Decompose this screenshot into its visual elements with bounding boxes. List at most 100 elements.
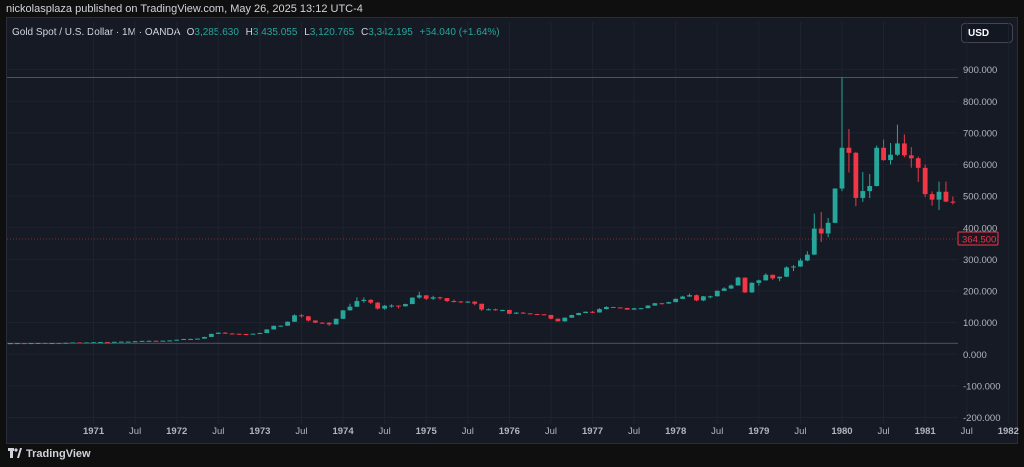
candle-body <box>396 305 401 307</box>
candle-body <box>950 201 956 203</box>
y-tick-label: -200.000 <box>963 413 1001 424</box>
y-tick-label: 0.000 <box>963 350 987 361</box>
candle-body <box>652 303 658 306</box>
x-tick-label: Jul <box>711 426 723 437</box>
candle-body <box>382 305 388 309</box>
candle-body <box>430 297 436 299</box>
candle-body <box>645 305 651 309</box>
x-tick-label: 1980 <box>831 426 852 437</box>
candle-body <box>91 342 96 344</box>
tradingview-logo-icon <box>8 448 22 458</box>
y-tick-label: 800.000 <box>963 97 997 108</box>
candle-body <box>208 333 214 337</box>
candle-body <box>832 188 838 223</box>
x-tick-label: Jul <box>379 426 391 437</box>
candle-body <box>340 310 346 319</box>
candle-body <box>804 254 810 261</box>
candle-body <box>333 318 339 325</box>
candle-body <box>458 301 464 303</box>
candle-body <box>98 342 103 344</box>
candle-body <box>597 309 602 313</box>
candle-body <box>451 301 457 303</box>
candle-body <box>562 317 568 322</box>
candle-body <box>603 307 609 310</box>
candle-body <box>160 340 166 342</box>
candle-body <box>14 343 20 345</box>
candle-body <box>167 340 173 342</box>
candle-body <box>181 338 187 340</box>
candle-body <box>763 274 769 281</box>
candlestick-chart[interactable]: -200.000 -100.000 0.000 100.000 200.000 300.0… <box>0 0 1024 444</box>
candle-body <box>867 186 873 192</box>
candle-body <box>818 228 824 234</box>
candle-body <box>312 320 318 323</box>
candle-body <box>707 296 713 298</box>
candle-body <box>35 342 41 344</box>
candle-body <box>687 295 692 297</box>
x-tick-label: Jul <box>794 426 806 437</box>
x-tick-label: 1974 <box>332 426 354 437</box>
candle-body <box>680 296 686 299</box>
candle-body <box>770 274 776 279</box>
candle-body <box>701 296 706 301</box>
candle-body <box>631 308 637 310</box>
candle-body <box>229 333 235 335</box>
candle-body <box>908 155 914 159</box>
x-tick-label: Jul <box>545 426 557 437</box>
y-tick-label: 700.000 <box>963 128 997 139</box>
x-tick-label: 1976 <box>499 426 520 437</box>
candle-body <box>520 312 526 314</box>
candle-body <box>513 312 519 314</box>
candle-body <box>146 340 152 342</box>
candle-body <box>389 305 394 307</box>
candle-body <box>195 338 200 340</box>
candle-body <box>839 147 845 189</box>
x-tick-label: 1972 <box>166 426 187 437</box>
candle-body <box>811 228 817 255</box>
candle-body <box>895 143 900 155</box>
candle-body <box>319 322 325 324</box>
y-tick-label: 600.000 <box>963 160 997 171</box>
candle-body <box>354 301 360 307</box>
candle-body <box>326 322 332 325</box>
x-tick-label: 1978 <box>665 426 686 437</box>
y-tick-label: 200.000 <box>963 287 997 298</box>
x-tick-label: 1982 <box>998 426 1019 437</box>
candle-body <box>742 277 748 293</box>
candle-body <box>694 295 699 301</box>
candle-body <box>243 333 249 335</box>
candle-body <box>285 321 290 326</box>
candle-body <box>84 342 90 344</box>
candle-body <box>305 316 311 321</box>
candle-body <box>846 147 852 153</box>
candle-body <box>721 288 727 291</box>
candle-body <box>416 295 422 298</box>
candle-body <box>874 147 880 187</box>
tradingview-brand[interactable]: TradingView <box>8 448 91 460</box>
candle-body <box>423 295 429 299</box>
candle-body <box>21 343 27 345</box>
y-tick-label: -100.000 <box>963 381 1001 392</box>
candle-body <box>271 325 277 330</box>
candle-body <box>118 341 124 343</box>
candle-body <box>784 267 789 277</box>
y-tick-label: 300.000 <box>963 255 997 266</box>
candle-body <box>361 299 367 302</box>
candle-body <box>728 285 734 289</box>
candle-body <box>444 298 450 302</box>
candle-body <box>534 314 540 316</box>
candle-body <box>278 325 284 327</box>
candle-body <box>617 307 623 309</box>
x-tick-label: Jul <box>628 426 640 437</box>
candle-body <box>590 311 595 313</box>
candle-body <box>500 309 505 311</box>
candle-body <box>409 297 415 305</box>
candle-body <box>188 338 193 340</box>
x-tick-label: Jul <box>129 426 141 437</box>
x-tick-label: Jul <box>212 426 224 437</box>
candle-body <box>541 314 547 316</box>
candle-body <box>853 152 859 198</box>
last-price-label: 364.500 <box>962 235 996 246</box>
x-tick-label: Jul <box>295 426 307 437</box>
x-tick-label: 1973 <box>249 426 270 437</box>
